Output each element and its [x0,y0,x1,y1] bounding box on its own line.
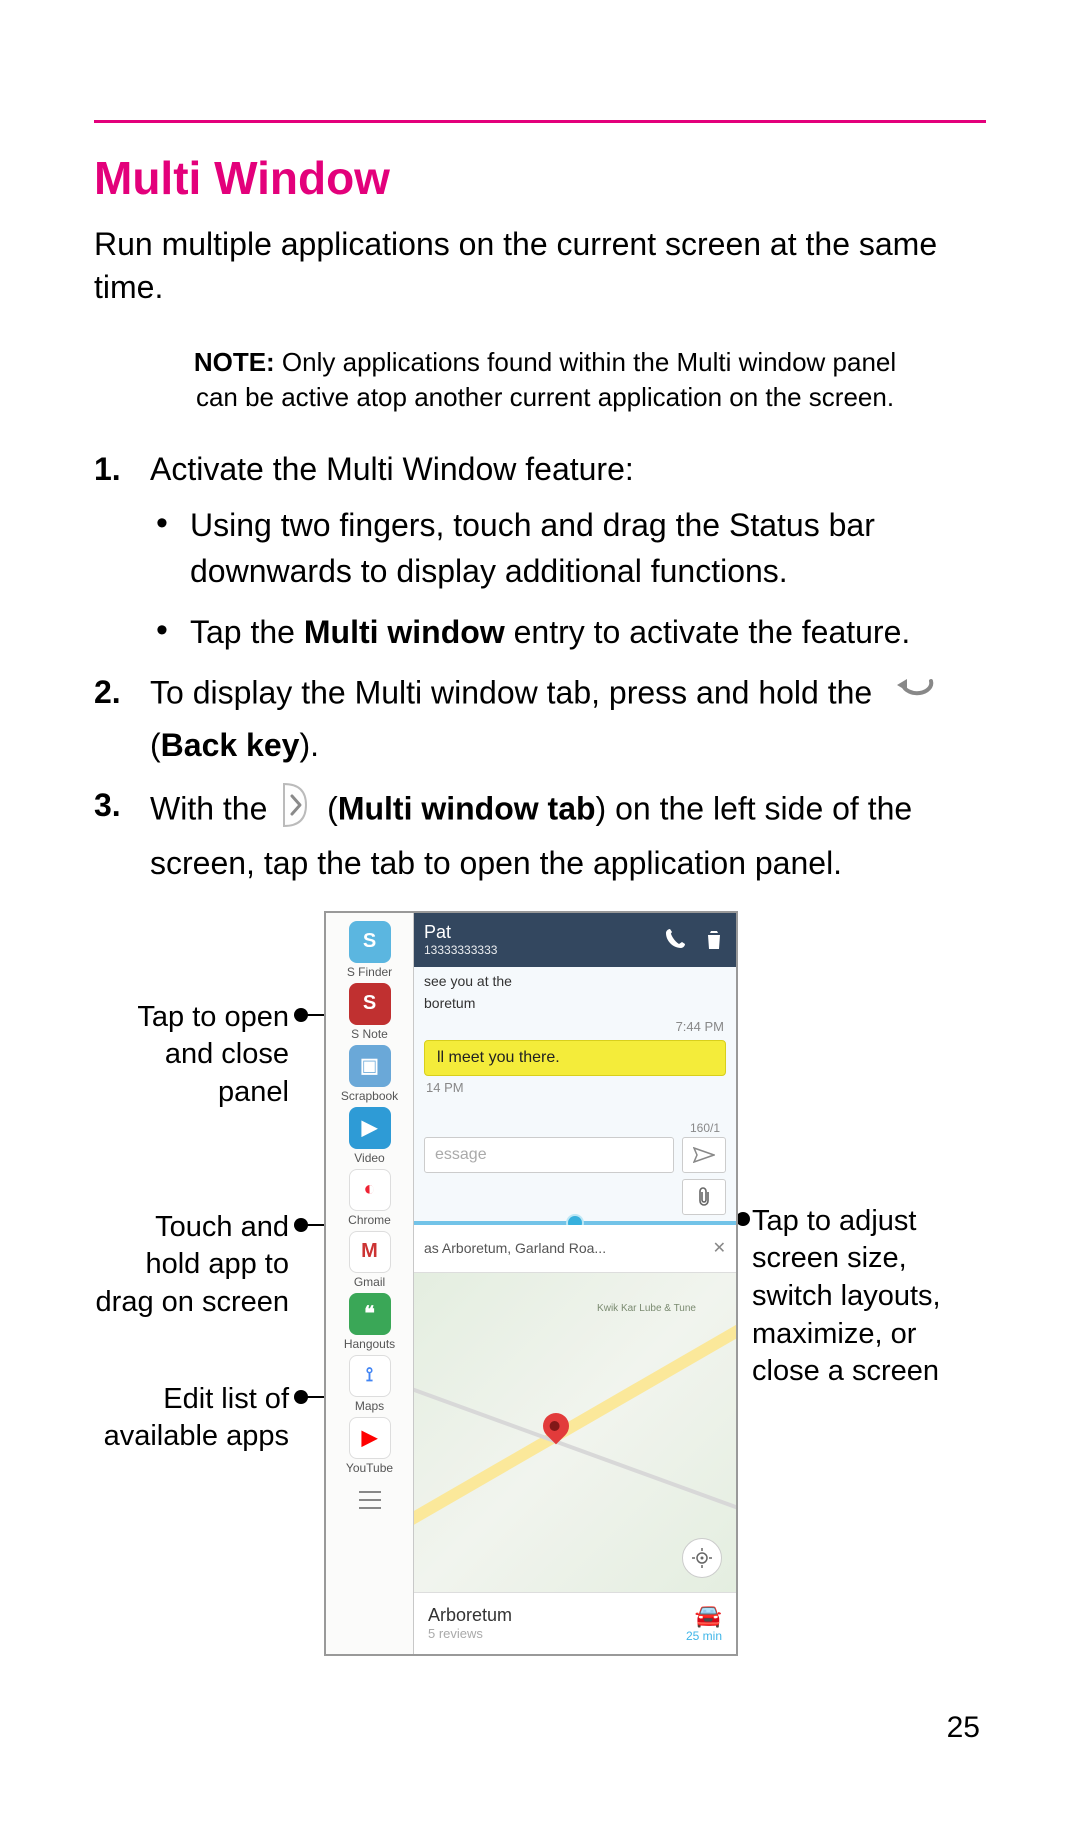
multiwindow-panel[interactable]: S S Finder S S Note ▣ Scrapbook ▶ Video ◐ Chrome M… [326,913,414,1654]
mw-app-item[interactable]: ▶ Video [335,1107,405,1165]
app-label: Gmail [354,1275,385,1289]
mw-app-item[interactable]: S S Note [335,983,405,1041]
callout-drag: Touch and hold app to drag on screen [94,1209,289,1322]
attach-button[interactable] [682,1179,726,1215]
step-2: To display the Multi window tab, press a… [94,669,986,768]
map-canvas[interactable]: Kwik Kar Lube & Tune [414,1273,736,1592]
map-poi-label: Kwik Kar Lube & Tune [597,1303,696,1314]
msg-time-right: 7:44 PM [414,1017,736,1036]
app-icon: ▣ [349,1045,391,1087]
place-info-bar[interactable]: Arboretum 5 reviews 🚘 25 min [414,1592,736,1654]
mw-app-item[interactable]: ▣ Scrapbook [335,1045,405,1103]
clear-icon[interactable]: ✕ [713,1238,726,1258]
maps-search-text: as Arboretum, Garland Roa... [424,1240,703,1256]
messages-header: Pat 13333333333 [414,913,736,967]
callout-open-close: Tap to open and close panel [94,999,289,1112]
step-1: Activate the Multi Window feature: Using… [94,446,986,656]
messages-pane[interactable]: Pat 13333333333 see you at the boretum 7… [414,913,736,1221]
app-icon: ⟟ [349,1355,391,1397]
note-label: NOTE: [194,347,275,377]
app-label: Maps [355,1399,384,1413]
app-label: Scrapbook [341,1089,398,1103]
msg-bubble: ll meet you there. [424,1040,726,1076]
step1-bullet1: Using two fingers, touch and drag the St… [150,502,986,595]
multiwindow-tab-icon [282,782,312,840]
app-icon: ◐ [349,1169,391,1211]
delete-icon[interactable] [702,928,726,952]
callout-adjust: Tap to adjust screen size, switch layout… [752,1203,986,1391]
app-icon: S [349,921,391,963]
mw-app-item[interactable]: ▶ YouTube [335,1417,405,1475]
app-label: Video [354,1151,384,1165]
app-icon: ▶ [349,1417,391,1459]
char-count: 160/1 [424,1121,726,1135]
note-text: Only applications found within the Multi… [196,347,896,412]
app-label: S Finder [347,965,392,979]
maps-pane[interactable]: as Arboretum, Garland Roa... ✕ Kwik Kar … [414,1225,736,1654]
app-label: Chrome [348,1213,391,1227]
app-label: YouTube [346,1461,393,1475]
eta-text: 25 min [686,1629,722,1643]
mw-app-item[interactable]: ◐ Chrome [335,1169,405,1227]
app-label: S Note [351,1027,388,1041]
msg-time-left: 14 PM [414,1076,736,1099]
section-heading: Multi Window [94,151,986,205]
app-icon: S [349,983,391,1025]
place-reviews: 5 reviews [428,1626,512,1641]
maps-search-bar[interactable]: as Arboretum, Garland Roa... ✕ [414,1225,736,1273]
panel-edit-icon[interactable] [355,1483,385,1513]
place-name: Arboretum [428,1605,512,1626]
map-road [414,1382,736,1562]
note-block: NOTE: Only applications found within the… [94,345,986,415]
phone-screenshot: S S Finder S S Note ▣ Scrapbook ▶ Video ◐ Chrome M… [324,911,738,1656]
mw-app-item[interactable]: S S Finder [335,921,405,979]
section-intro: Run multiple applications on the current… [94,223,986,309]
call-icon[interactable] [664,928,688,952]
diagram: Tap to open and close panel Touch and ho… [94,911,986,1681]
step-3: With the (Multi window tab) on the left … [94,782,986,887]
msg-input-area: 160/1 essage [414,1115,736,1221]
page-number: 25 [947,1711,980,1745]
msg-line2: boretum [414,989,736,1017]
send-button[interactable] [682,1137,726,1173]
app-icon: ▶ [349,1107,391,1149]
mw-app-item[interactable]: M Gmail [335,1231,405,1289]
app-icon: ❝ [349,1293,391,1335]
section-rule [94,120,986,123]
step1-bullet2: Tap the Multi window entry to activate t… [150,609,986,655]
mw-app-item[interactable]: ⟟ Maps [335,1355,405,1413]
directions-icon[interactable]: 🚘 [686,1603,722,1629]
steps-list: Activate the Multi Window feature: Using… [94,446,986,887]
message-input[interactable]: essage [424,1137,674,1173]
mw-app-item[interactable]: ❝ Hangouts [335,1293,405,1351]
app-icon: M [349,1231,391,1273]
step1-intro: Activate the Multi Window feature: [150,451,634,487]
contact-number: 13333333333 [424,943,650,957]
callout-edit: Edit list of available apps [94,1381,289,1456]
contact-name: Pat [424,922,650,943]
back-key-icon [887,669,943,721]
app-label: Hangouts [344,1337,395,1351]
my-location-button[interactable] [682,1538,722,1578]
step1-bullets: Using two fingers, touch and drag the St… [150,502,986,655]
